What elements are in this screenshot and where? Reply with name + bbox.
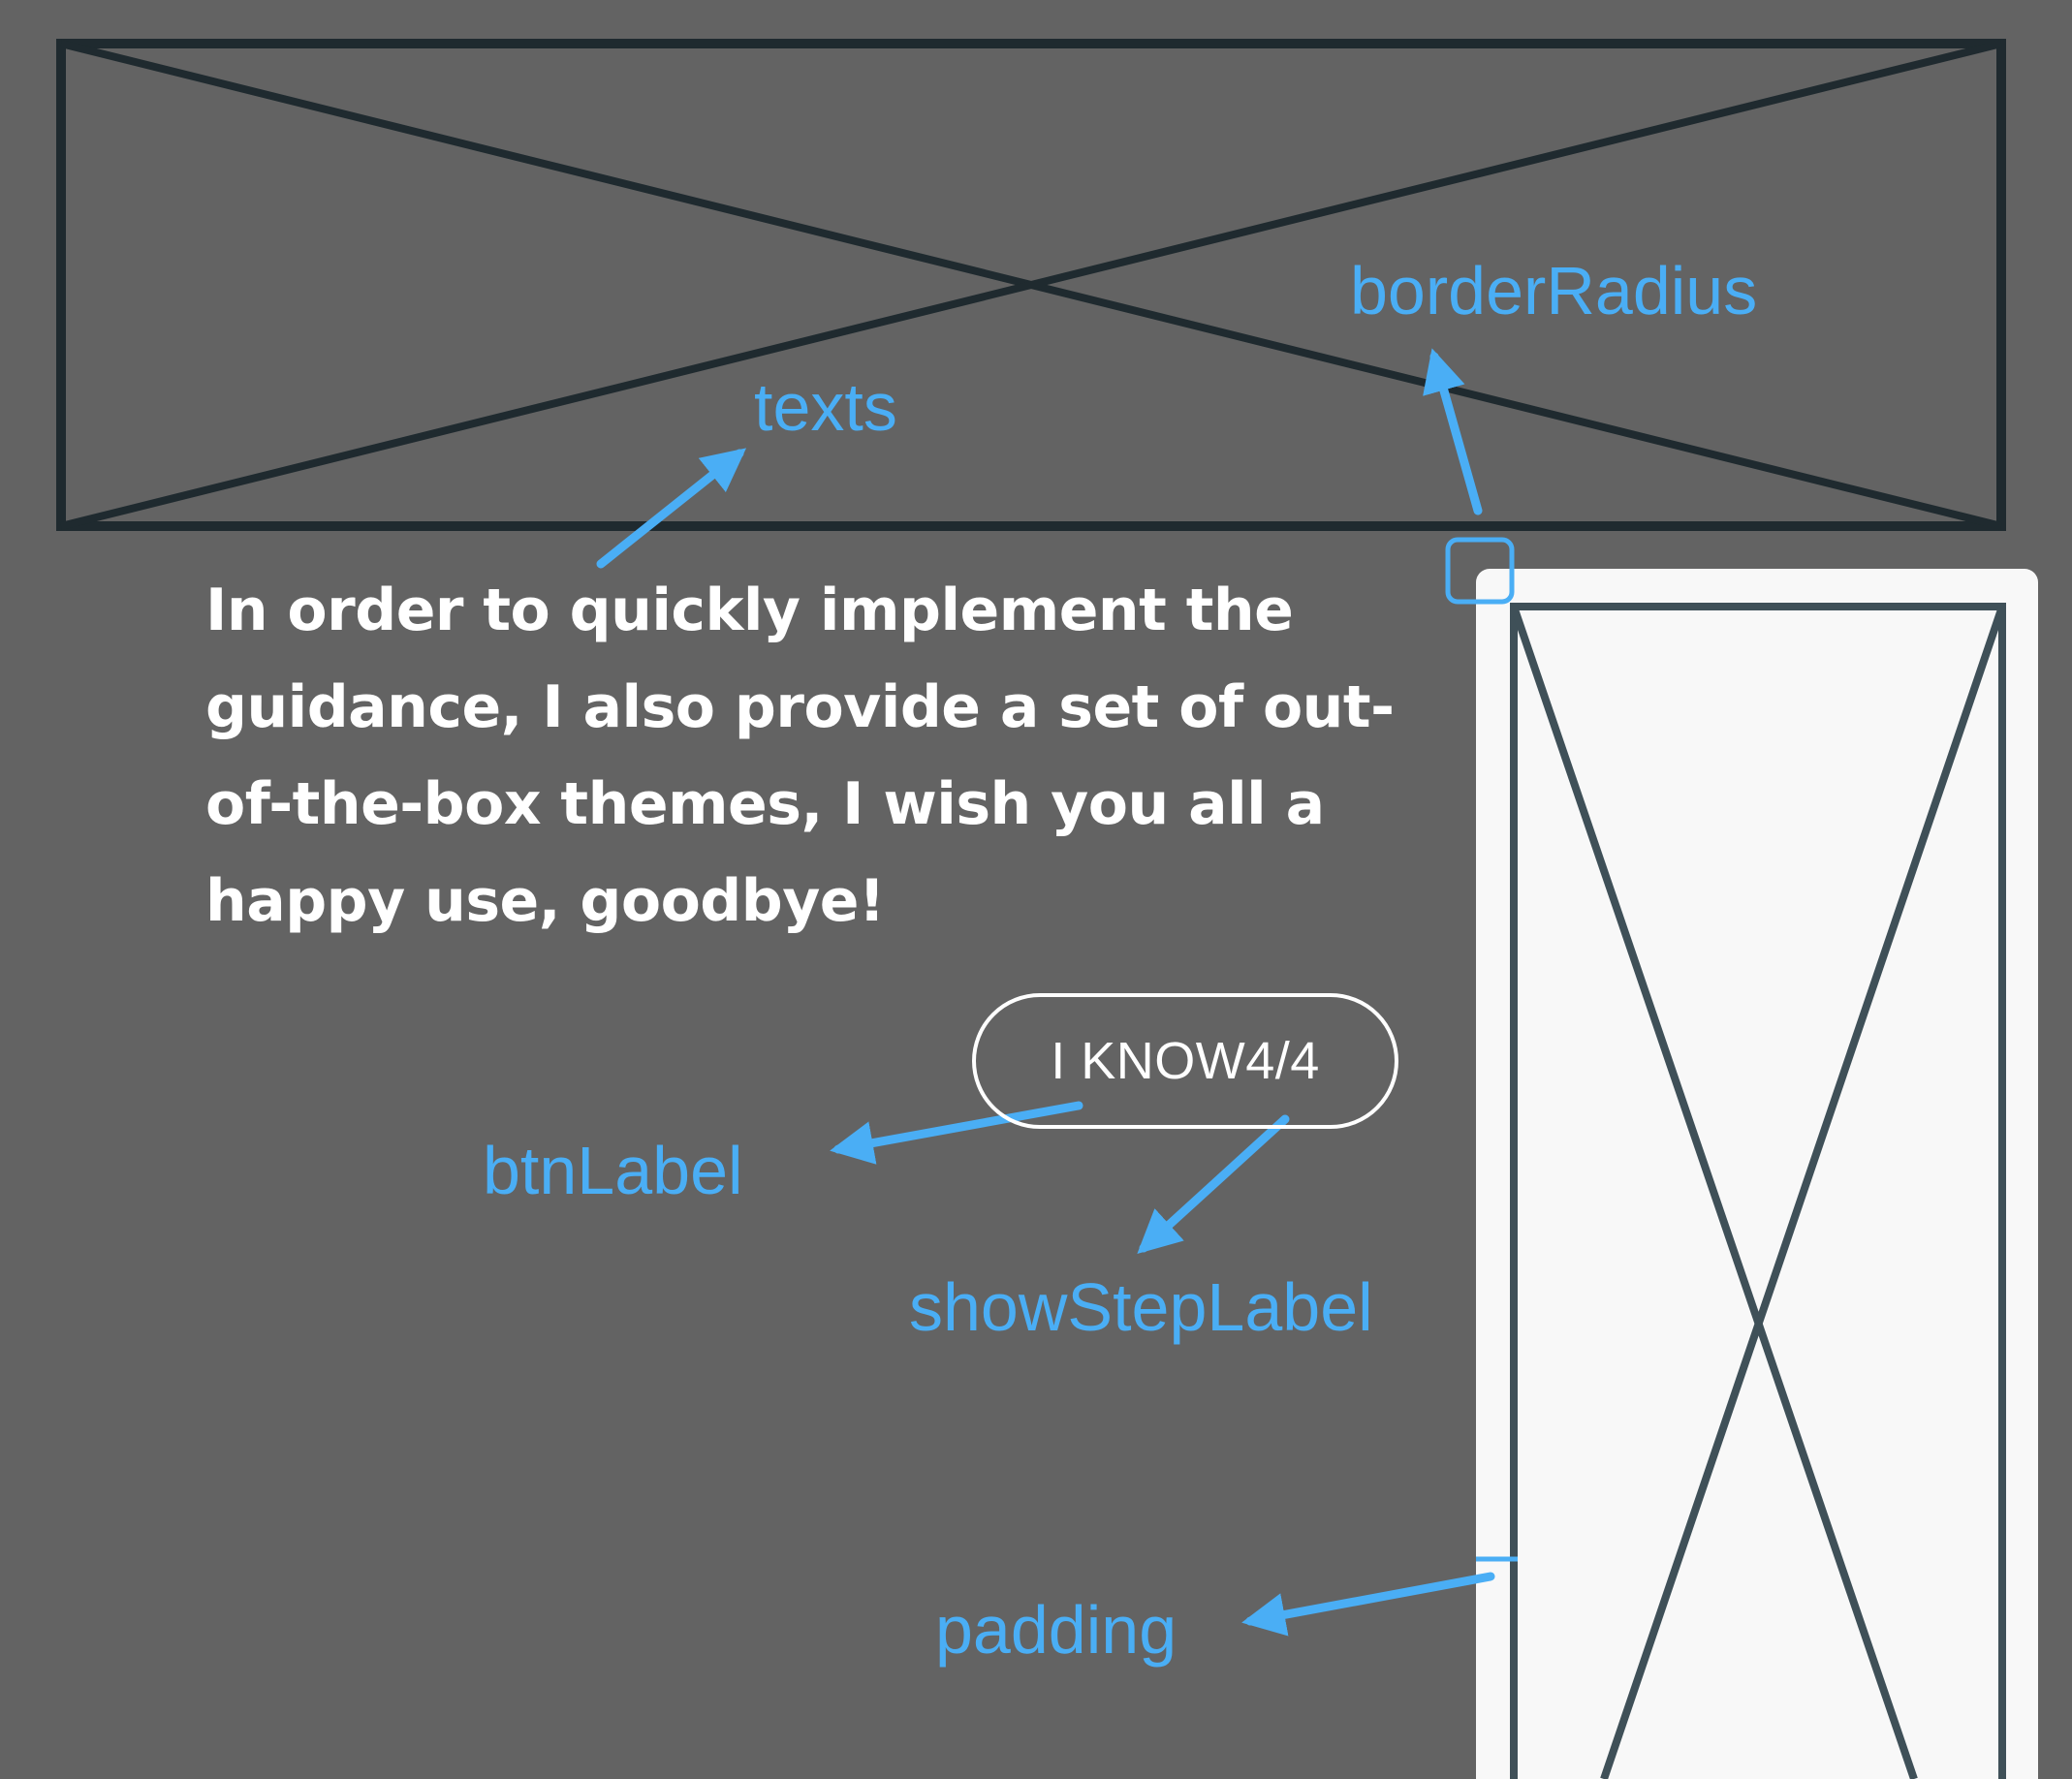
show-step-label-arrow bbox=[1137, 1114, 1290, 1255]
annotation-padding: padding bbox=[935, 1592, 1177, 1668]
step-label: 4/4 bbox=[1245, 1032, 1320, 1090]
annotation-btn-label: btnLabel bbox=[483, 1133, 743, 1208]
guide-texts: In order to quickly implement the guidan… bbox=[205, 577, 1395, 935]
side-card-placeholder bbox=[1476, 569, 2038, 1779]
border-radius-arrow bbox=[1423, 348, 1483, 515]
theme-guide-diagram: In order to quickly implement the guidan… bbox=[0, 0, 2072, 1779]
button-label: I KNOW bbox=[1051, 1032, 1246, 1090]
padding-arrow bbox=[1241, 1572, 1495, 1637]
i-know-button[interactable]: I KNOW 4/4 bbox=[972, 993, 1398, 1129]
annotation-texts: texts bbox=[754, 369, 897, 445]
annotation-show-step-label: showStepLabel bbox=[909, 1269, 1373, 1345]
annotation-border-radius: borderRadius bbox=[1350, 253, 1758, 328]
texts-arrow bbox=[596, 448, 747, 569]
